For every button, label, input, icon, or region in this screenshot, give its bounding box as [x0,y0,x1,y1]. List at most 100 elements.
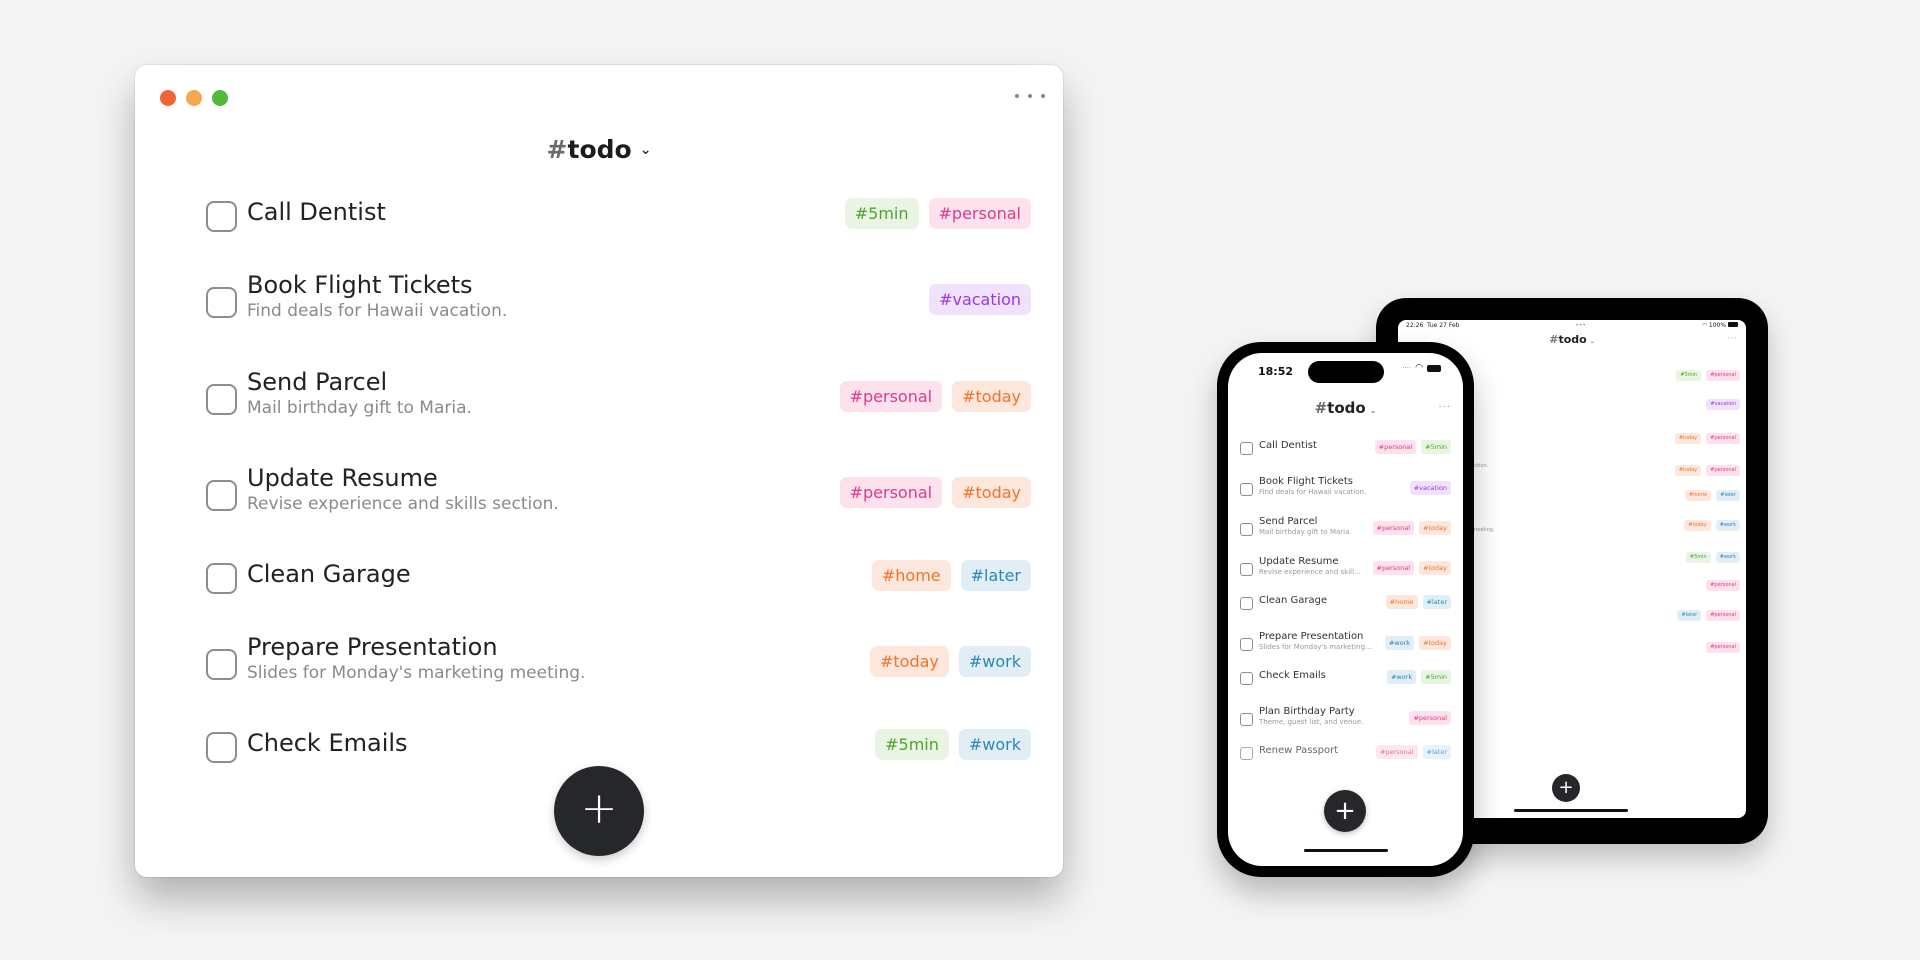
ipad-task-tags: #personal [1706,642,1740,653]
add-task-button[interactable]: + [554,766,644,856]
task-checkbox[interactable] [1240,638,1253,651]
task-checkbox[interactable] [206,480,237,511]
tag-badge[interactable]: #personal [1409,711,1451,725]
desktop-app-window: #todo ⌄ Call Dentist #5min #personal Book Fl… [135,65,1063,877]
tag-badge[interactable]: #personal [1706,433,1740,444]
tag-badge[interactable]: #personal [1706,465,1740,476]
task-title[interactable]: Check Emails [247,729,408,757]
task-title[interactable]: Clean Garage [247,560,411,588]
tag-badge[interactable]: #vacation [929,284,1031,315]
close-window-button[interactable] [160,90,176,106]
iphone-list-title[interactable]: #todo ⌄ [1228,399,1463,417]
tag-badge[interactable]: #later [960,560,1031,591]
tag-badge[interactable]: #today [1674,465,1702,476]
tag-badge[interactable]: #today [869,646,949,677]
task-checkbox[interactable] [206,384,237,415]
tag-badge[interactable]: #vacation [1706,399,1740,410]
iphone-more-icon[interactable]: ··· [1438,402,1451,413]
task-checkbox[interactable] [1240,672,1253,685]
more-options-icon[interactable] [1015,86,1045,106]
tag-badge[interactable]: #personal [1374,440,1417,454]
tag-badge[interactable]: #work [1715,520,1740,531]
task-checkbox[interactable] [206,287,237,318]
ipad-task-tags: #personal [1706,580,1740,591]
tag-badge[interactable]: #work [1715,552,1740,563]
tag-badge[interactable]: #personal [1376,745,1418,759]
ipad-time: 22:26 [1406,322,1424,329]
task-checkbox[interactable] [1240,523,1253,536]
zoom-window-button[interactable] [212,90,228,106]
iphone-task-title[interactable]: Book Flight Tickets [1259,476,1366,487]
task-title[interactable]: Book Flight Tickets [247,271,507,299]
tag-badge[interactable]: #5min [875,729,949,760]
task-checkbox[interactable] [206,649,237,680]
tag-badge[interactable]: #personal [1372,521,1415,535]
tag-badge[interactable]: #later [1677,610,1702,621]
iphone-add-task-button[interactable]: + [1324,790,1366,832]
task-title[interactable]: Update Resume [247,464,559,492]
iphone-task-text: Prepare Presentation Slides for Monday's … [1259,631,1372,651]
tag-badge[interactable]: #5min [1685,552,1711,563]
tag-badge[interactable]: #personal [1706,642,1740,653]
task-checkbox[interactable] [206,732,237,763]
tag-badge[interactable]: #home [871,560,951,591]
home-indicator [1304,849,1388,852]
tag-badge[interactable]: #today [952,477,1031,508]
iphone-task-title[interactable]: Plan Birthday Party [1259,706,1363,717]
iphone-task-title[interactable]: Call Dentist [1259,440,1317,451]
tag-badge[interactable]: #personal [839,477,943,508]
iphone-task-row: Update Resume Revise experience and skill… [1240,556,1451,588]
tag-badge[interactable]: #today [1419,561,1451,575]
iphone-task-title[interactable]: Update Resume [1259,556,1361,567]
iphone-task-title[interactable]: Clean Garage [1259,595,1327,606]
task-checkbox[interactable] [1240,713,1253,726]
tag-badge[interactable]: #5min [844,198,919,229]
tag-badge[interactable]: #work [958,646,1031,677]
tag-badge[interactable]: #today [1674,433,1702,444]
tag-badge[interactable]: #later [1422,595,1451,609]
task-checkbox[interactable] [206,201,237,232]
task-checkbox[interactable] [1240,442,1253,455]
tag-badge[interactable]: #work [958,729,1031,760]
tag-badge[interactable]: #personal [1706,580,1740,591]
tag-badge[interactable]: #home [1385,595,1418,609]
tag-badge[interactable]: #personal [839,381,943,412]
tag-badge[interactable]: #personal [1372,561,1415,575]
tag-badge[interactable]: #work [1386,670,1417,684]
iphone-task-title[interactable]: Prepare Presentation [1259,631,1372,642]
task-title[interactable]: Prepare Presentation [247,633,585,661]
ipad-more-icon[interactable]: ··· [1727,334,1738,343]
iphone-task-title[interactable]: Send Parcel [1259,516,1352,527]
ipad-add-task-button[interactable]: + [1552,774,1580,802]
tag-badge[interactable]: #personal [1706,610,1740,621]
tag-badge[interactable]: #personal [928,198,1031,229]
tag-badge[interactable]: #vacation [1409,481,1451,495]
tag-badge[interactable]: #home [1684,490,1712,501]
iphone-task-title[interactable]: Check Emails [1259,670,1326,681]
minimize-window-button[interactable] [186,90,202,106]
tag-badge[interactable]: #5min [1421,670,1451,684]
task-title[interactable]: Send Parcel [247,368,472,396]
tag-badge[interactable]: #today [1419,636,1451,650]
task-checkbox[interactable] [1240,563,1253,576]
tag-badge[interactable]: #later [1716,490,1740,501]
task-checkbox[interactable] [1240,483,1253,496]
tag-badge[interactable]: #work [1384,636,1415,650]
tag-badge[interactable]: #today [1419,521,1451,535]
iphone-task-title[interactable]: Renew Passport [1259,745,1338,756]
task-title[interactable]: Call Dentist [247,198,386,226]
task-checkbox[interactable] [206,563,237,594]
chevron-down-icon: ⌄ [1589,338,1595,345]
tag-badge[interactable]: #5min [1676,370,1702,381]
tag-badge[interactable]: #today [1684,520,1711,531]
ipad-list-title[interactable]: #todo ⌄ [1398,333,1746,346]
tag-badge[interactable]: #personal [1706,370,1740,381]
list-title-dropdown[interactable]: #todo ⌄ [135,135,1063,164]
iphone-title-name: todo [1327,399,1366,417]
task-checkbox[interactable] [1240,747,1253,760]
iphone-task-row: Plan Birthday Party Theme, guest list, an… [1240,706,1451,738]
task-checkbox[interactable] [1240,597,1253,610]
tag-badge[interactable]: #later [1422,745,1451,759]
tag-badge[interactable]: #today [952,381,1031,412]
tag-badge[interactable]: #5min [1421,440,1451,454]
